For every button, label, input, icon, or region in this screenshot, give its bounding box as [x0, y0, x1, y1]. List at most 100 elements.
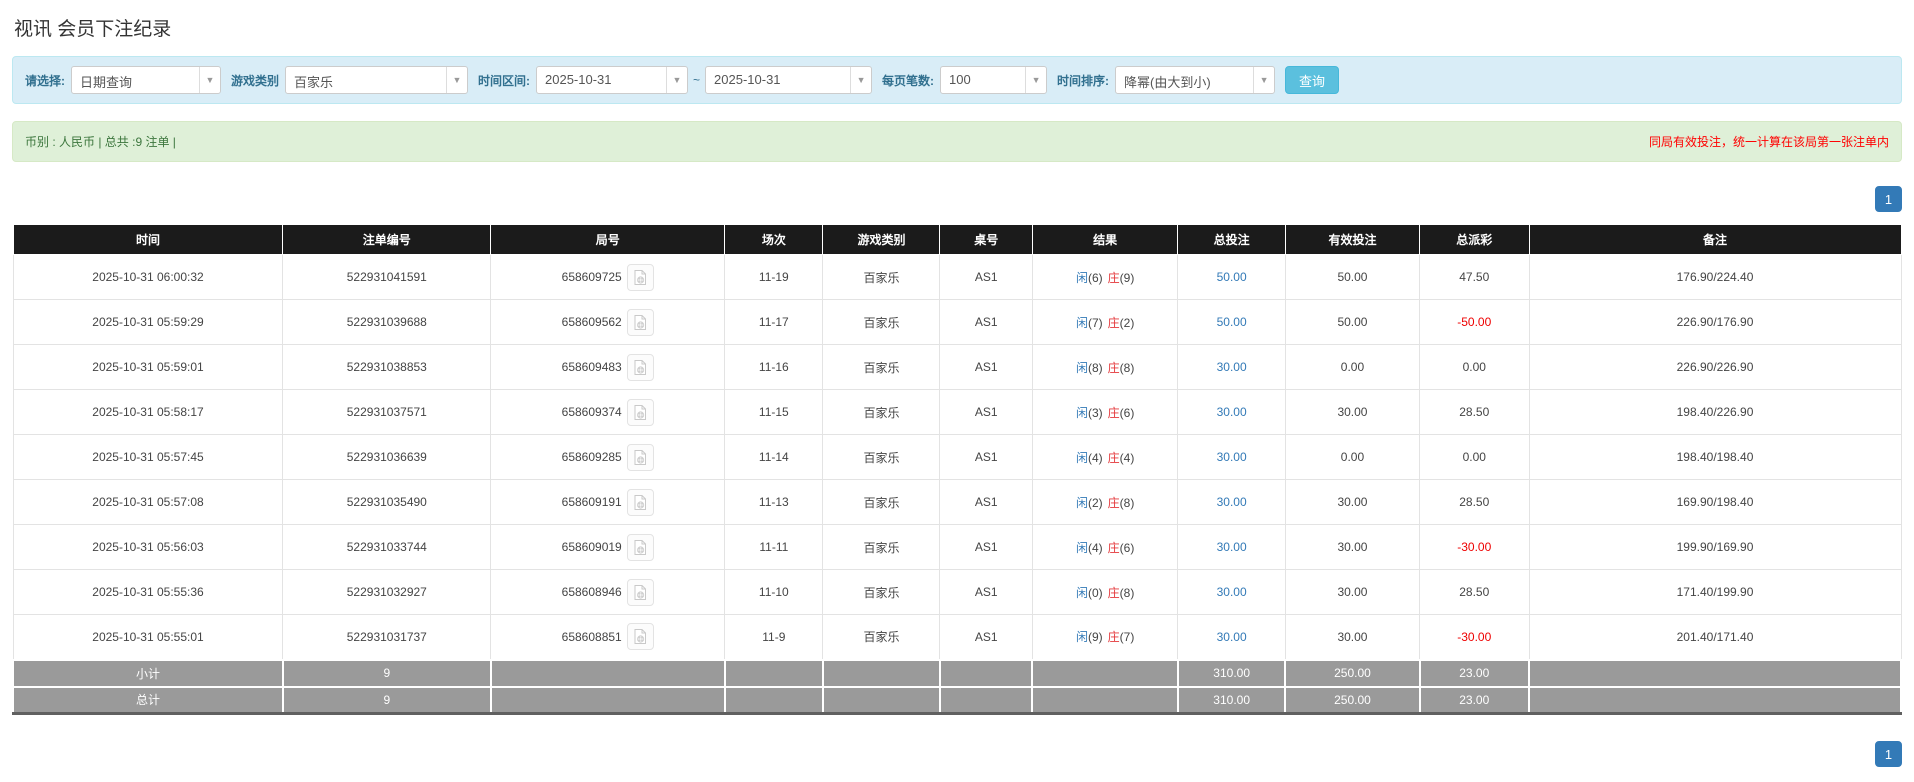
- cell-valid-bet: 30.00: [1284, 479, 1421, 525]
- cell-remark: 169.90/198.40: [1528, 479, 1902, 525]
- empty-cell: [938, 685, 1034, 715]
- result-player-score: (9): [1087, 630, 1103, 645]
- round-no: 658609374: [561, 405, 622, 419]
- page-1-button[interactable]: 1: [1875, 186, 1902, 212]
- sort-select[interactable]: 降幂(由大到小) ▼: [1115, 66, 1276, 94]
- pagination-bottom: 1: [12, 741, 1902, 767]
- cell-remark: 171.40/199.90: [1528, 569, 1902, 615]
- column-header-9: 有效投注: [1284, 224, 1421, 255]
- cell-remark: 176.90/224.40: [1528, 254, 1902, 300]
- video-replay-button[interactable]: [626, 533, 654, 561]
- column-header-7: 结果: [1031, 224, 1179, 255]
- cell-game-type: 百家乐: [822, 434, 941, 480]
- total-bet-link[interactable]: 50.00: [1217, 315, 1247, 329]
- cell-remark: 201.40/171.40: [1528, 614, 1902, 660]
- subtotal-valid-bet: 250.00: [1284, 658, 1421, 688]
- result-banker: 庄: [1107, 495, 1120, 510]
- video-file-icon: [634, 404, 647, 420]
- table-header-row: 时间 注单编号 局号 场次 游戏类别 桌号 结果 总投注 有效投注 总派彩 备注: [12, 224, 1902, 255]
- total-bet-link[interactable]: 30.00: [1217, 360, 1247, 374]
- page-title: 视讯 会员下注纪录: [14, 19, 172, 40]
- result-player: 闲: [1075, 630, 1088, 645]
- cell-round-no: 658609019: [490, 524, 726, 570]
- chevron-down-icon[interactable]: ▼: [1025, 67, 1046, 93]
- search-button[interactable]: 查询: [1285, 66, 1340, 94]
- result-banker-score: (7): [1119, 630, 1135, 645]
- chevron-down-icon[interactable]: ▼: [666, 67, 687, 93]
- cell-table-no: AS1: [939, 569, 1033, 615]
- cell-total-bet: 30.00: [1177, 344, 1286, 390]
- video-replay-button[interactable]: [626, 398, 654, 426]
- cell-remark: 226.90/226.90: [1528, 344, 1902, 390]
- video-replay-button[interactable]: [626, 443, 654, 471]
- cell-table-no: AS1: [939, 434, 1033, 480]
- result-banker: 庄: [1107, 450, 1120, 465]
- column-header-10: 总派彩: [1419, 224, 1530, 255]
- table-row: 2025-10-31 05:57:08 522931035490 6586091…: [12, 479, 1902, 525]
- result-banker-score: (9): [1119, 270, 1135, 285]
- empty-cell: [821, 685, 941, 715]
- cell-bet-no: 522931037571: [282, 389, 492, 435]
- filter-bar: 请选择: 日期查询 ▼ 游戏类别 百家乐 ▼ 时间区间: 2025-10-31 …: [12, 56, 1902, 104]
- total-count: 9: [281, 685, 492, 715]
- cell-round-no: 658608946: [490, 569, 726, 615]
- round-no: 658609562: [561, 315, 622, 329]
- chevron-down-icon[interactable]: ▼: [199, 67, 220, 93]
- date-from-value: 2025-10-31: [545, 72, 612, 87]
- cell-bet-no: 522931041591: [282, 254, 492, 300]
- round-no: 658609725: [561, 270, 622, 284]
- result-player: 闲: [1075, 270, 1088, 285]
- date-from-select[interactable]: 2025-10-31 ▼: [536, 66, 689, 94]
- cell-time: 2025-10-31 05:58:17: [12, 389, 284, 435]
- cell-bet-no: 522931032927: [282, 569, 492, 615]
- video-replay-button[interactable]: [626, 353, 654, 381]
- cell-table-no: AS1: [939, 389, 1033, 435]
- cell-payout: -30.00: [1419, 524, 1530, 570]
- page-size-select[interactable]: 100 ▼: [940, 66, 1048, 94]
- chevron-down-icon[interactable]: ▼: [1253, 67, 1274, 93]
- result-banker: 庄: [1107, 270, 1120, 285]
- video-replay-button[interactable]: [626, 488, 654, 516]
- total-bet-link[interactable]: 30.00: [1217, 495, 1247, 509]
- game-type-select[interactable]: 百家乐 ▼: [285, 66, 469, 94]
- result-player-score: (0): [1087, 585, 1103, 600]
- total-bet-link[interactable]: 30.00: [1217, 405, 1247, 419]
- video-replay-button[interactable]: [626, 308, 654, 336]
- total-bet-link[interactable]: 30.00: [1217, 585, 1247, 599]
- result-player-score: (6): [1087, 270, 1103, 285]
- table-row: 2025-10-31 05:57:45 522931036639 6586092…: [12, 434, 1902, 480]
- cell-result: 闲(3) 庄(6): [1031, 389, 1179, 435]
- cell-table-no: AS1: [939, 614, 1033, 660]
- total-bet-link[interactable]: 30.00: [1217, 450, 1247, 464]
- empty-cell: [1528, 658, 1902, 688]
- empty-cell: [489, 658, 726, 688]
- cell-valid-bet: 30.00: [1284, 569, 1421, 615]
- chevron-down-icon[interactable]: ▼: [446, 67, 467, 93]
- cell-game-type: 百家乐: [822, 569, 941, 615]
- total-bet-link[interactable]: 30.00: [1217, 630, 1247, 644]
- total-bet-link[interactable]: 50.00: [1217, 270, 1247, 284]
- cell-result: 闲(7) 庄(2): [1031, 299, 1179, 345]
- page-1-button[interactable]: 1: [1875, 741, 1902, 767]
- cell-payout: -30.00: [1419, 614, 1530, 660]
- result-player: 闲: [1075, 360, 1088, 375]
- result-player: 闲: [1075, 495, 1088, 510]
- video-replay-button[interactable]: [626, 263, 654, 291]
- cell-result: 闲(0) 庄(8): [1031, 569, 1179, 615]
- video-replay-button[interactable]: [626, 578, 654, 606]
- cell-total-bet: 50.00: [1177, 254, 1286, 300]
- total-bet-link[interactable]: 30.00: [1217, 540, 1247, 554]
- cell-round-no: 658609725: [490, 254, 726, 300]
- result-banker-score: (8): [1119, 495, 1135, 510]
- cell-bet-no: 522931035490: [282, 479, 492, 525]
- total-label: 总计: [12, 685, 284, 715]
- cell-table-no: AS1: [939, 524, 1033, 570]
- date-to-select[interactable]: 2025-10-31 ▼: [705, 66, 873, 94]
- round-no: 658609191: [561, 495, 622, 509]
- video-replay-button[interactable]: [626, 623, 654, 651]
- chevron-down-icon[interactable]: ▼: [850, 67, 871, 93]
- result-banker: 庄: [1107, 630, 1120, 645]
- result-player: 闲: [1075, 315, 1088, 330]
- cell-bet-no: 522931036639: [282, 434, 492, 480]
- query-type-select[interactable]: 日期查询 ▼: [71, 66, 221, 94]
